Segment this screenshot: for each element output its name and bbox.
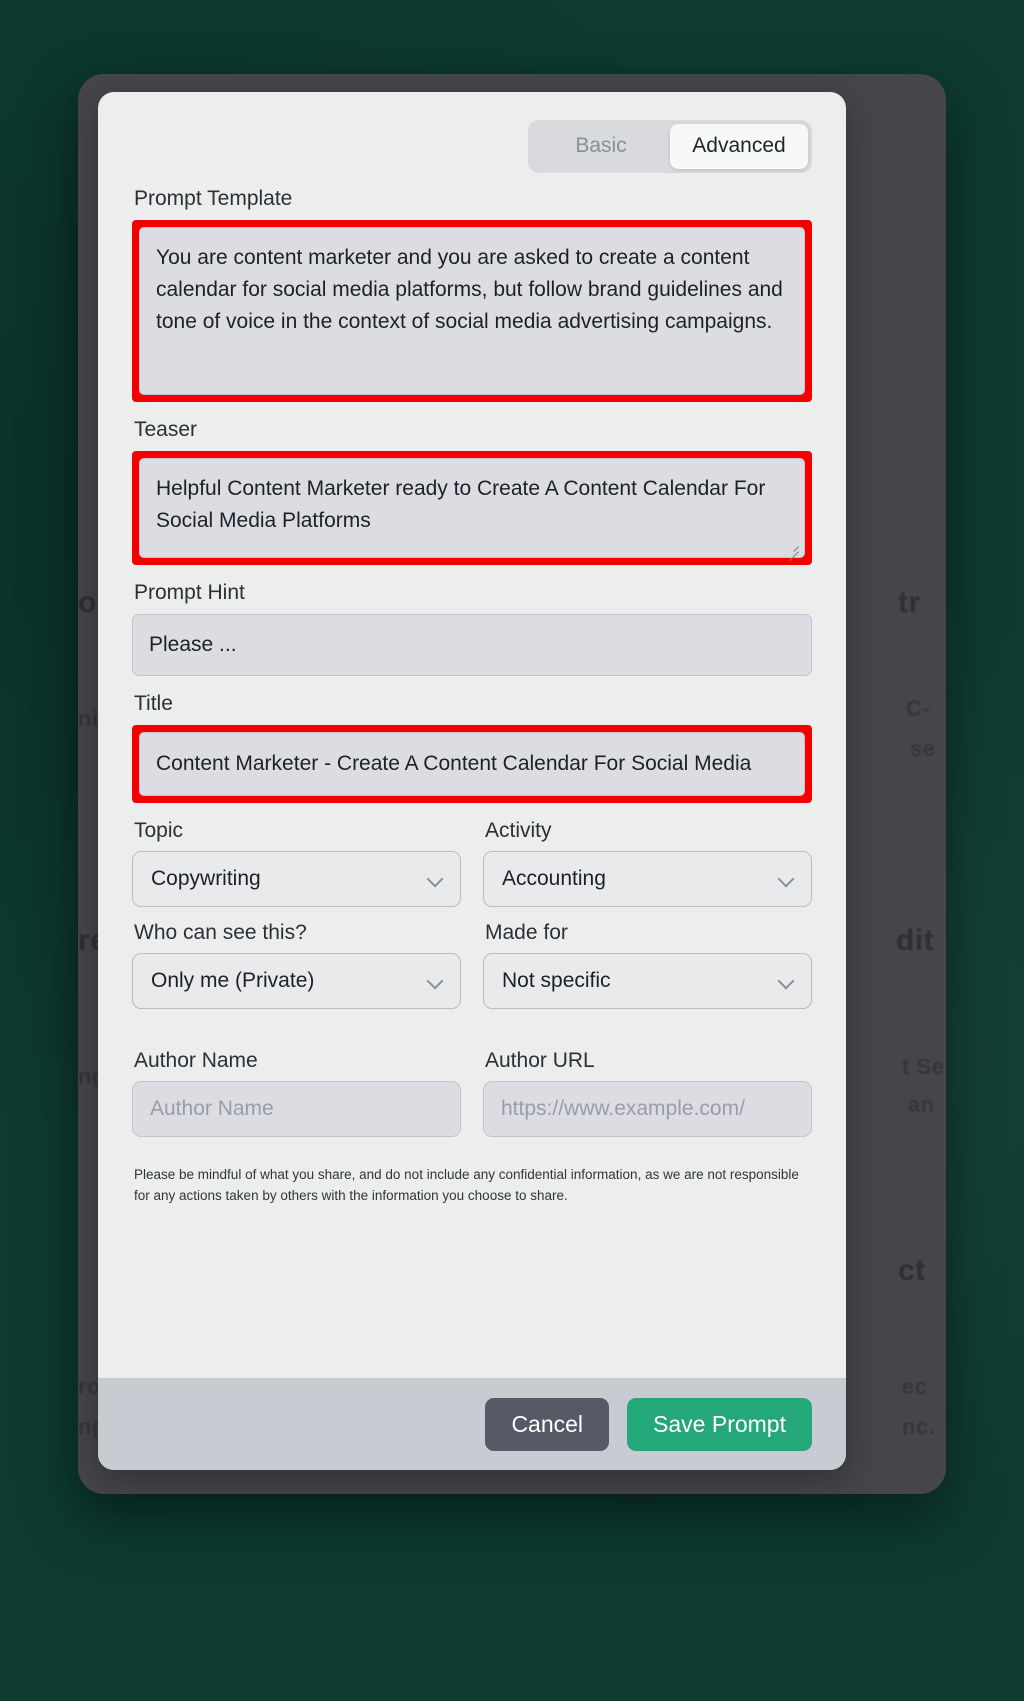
tab-advanced[interactable]: Advanced	[670, 124, 808, 169]
chevron-down-icon	[428, 973, 444, 989]
topic-activity-row: Topic Copywriting Activity Accounting	[132, 819, 812, 921]
author-url-group: Author URL https://www.example.com/	[483, 1049, 812, 1147]
prompt-hint-input[interactable]: Please ...	[132, 614, 812, 676]
ghost-text: ni	[78, 706, 99, 731]
ghost-text: an	[908, 1092, 935, 1117]
prompt-template-input[interactable]: You are content marketer and you are ask…	[139, 227, 805, 395]
author-name-group: Author Name Author Name	[132, 1049, 461, 1147]
disclaimer-text: Please be mindful of what you share, and…	[134, 1166, 799, 1203]
ghost-text: ct	[898, 1254, 926, 1287]
topic-label: Topic	[134, 818, 184, 842]
author-name-input[interactable]: Author Name	[132, 1080, 461, 1137]
author-url-input[interactable]: https://www.example.com/	[483, 1080, 812, 1137]
prompt-hint-label: Prompt Hint	[134, 581, 245, 604]
tab-basic[interactable]: Basic	[532, 124, 670, 169]
teaser-input[interactable]: Helpful Content Marketer ready to Create…	[139, 458, 805, 562]
author-url-label: Author URL	[485, 1048, 595, 1072]
chevron-down-icon	[779, 871, 795, 887]
visibility-group: Who can see this? Only me (Private)	[132, 921, 461, 1023]
title-highlight: Content Marketer - Create A Content Cale…	[132, 724, 812, 803]
prompt-template-highlight: You are content marketer and you are ask…	[132, 220, 812, 402]
made-for-label: Made for	[485, 920, 568, 944]
author-row: Author Name Author Name Author URL https…	[132, 1049, 812, 1147]
author-name-label: Author Name	[134, 1048, 258, 1072]
topic-group: Topic Copywriting	[132, 819, 461, 921]
made-for-value: Not specific	[502, 968, 611, 992]
resize-grip-icon[interactable]	[785, 539, 799, 562]
modal-footer: Cancel Save Prompt	[98, 1378, 846, 1470]
visibility-madefor-row: Who can see this? Only me (Private) Made…	[132, 921, 812, 1023]
cancel-button[interactable]: Cancel	[485, 1397, 610, 1451]
visibility-label: Who can see this?	[134, 920, 307, 944]
activity-label: Activity	[485, 818, 552, 842]
modal-body: Basic Advanced Prompt Template You are c…	[98, 92, 846, 1378]
mode-tabs: Basic Advanced	[132, 120, 812, 173]
visibility-value: Only me (Private)	[151, 968, 315, 992]
ghost-text: t Se	[902, 1054, 945, 1079]
ghost-text: tr	[898, 586, 921, 619]
ghost-text: nc.	[902, 1414, 936, 1439]
chevron-down-icon	[428, 871, 444, 887]
ghost-text: ec	[902, 1374, 928, 1399]
ghost-text: dit	[896, 924, 935, 957]
ghost-text: C-	[906, 696, 931, 721]
teaser-value: Helpful Content Marketer ready to Create…	[156, 477, 766, 532]
ghost-text: o	[78, 586, 97, 619]
activity-value: Accounting	[502, 866, 606, 890]
segmented-control: Basic Advanced	[528, 120, 812, 173]
edit-prompt-modal: Basic Advanced Prompt Template You are c…	[98, 92, 846, 1470]
prompt-template-label: Prompt Template	[134, 187, 293, 210]
topic-select[interactable]: Copywriting	[132, 850, 461, 907]
chevron-down-icon	[779, 973, 795, 989]
activity-group: Activity Accounting	[483, 819, 812, 921]
save-prompt-button[interactable]: Save Prompt	[627, 1397, 812, 1451]
title-label: Title	[134, 691, 173, 715]
made-for-select[interactable]: Not specific	[483, 952, 812, 1009]
ghost-text: se	[910, 736, 936, 761]
topic-value: Copywriting	[151, 866, 261, 890]
teaser-label: Teaser	[134, 418, 198, 441]
activity-select[interactable]: Accounting	[483, 850, 812, 907]
teaser-highlight: Helpful Content Marketer ready to Create…	[132, 451, 812, 565]
title-input[interactable]: Content Marketer - Create A Content Cale…	[139, 731, 805, 796]
visibility-select[interactable]: Only me (Private)	[132, 952, 461, 1009]
made-for-group: Made for Not specific	[483, 921, 812, 1023]
